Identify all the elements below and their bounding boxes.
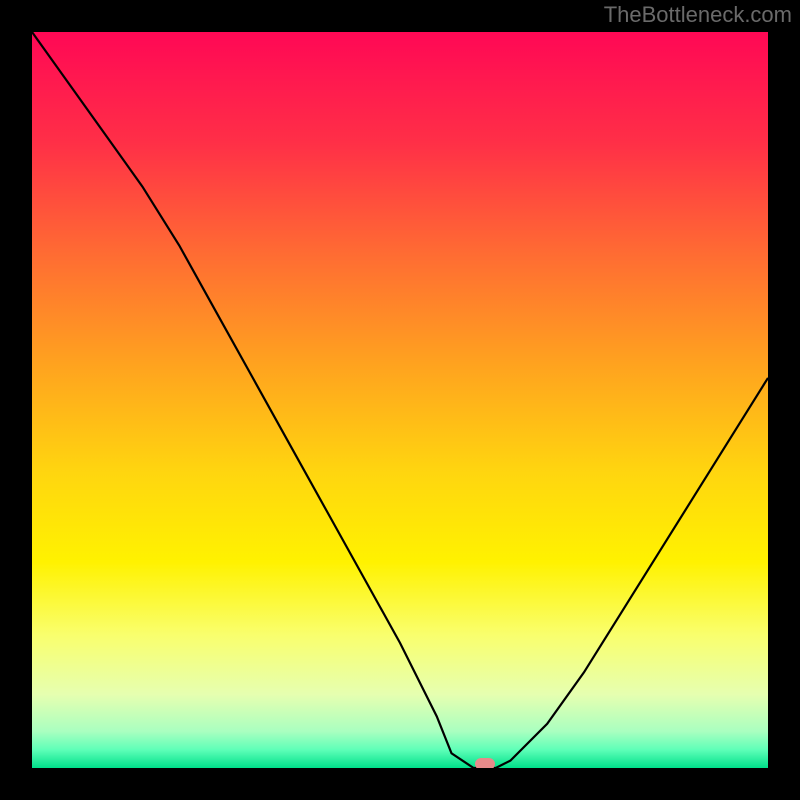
optimal-marker — [475, 758, 495, 768]
bottleneck-curve — [32, 32, 768, 768]
plot-area — [32, 32, 768, 768]
watermark: TheBottleneck.com — [604, 2, 792, 28]
